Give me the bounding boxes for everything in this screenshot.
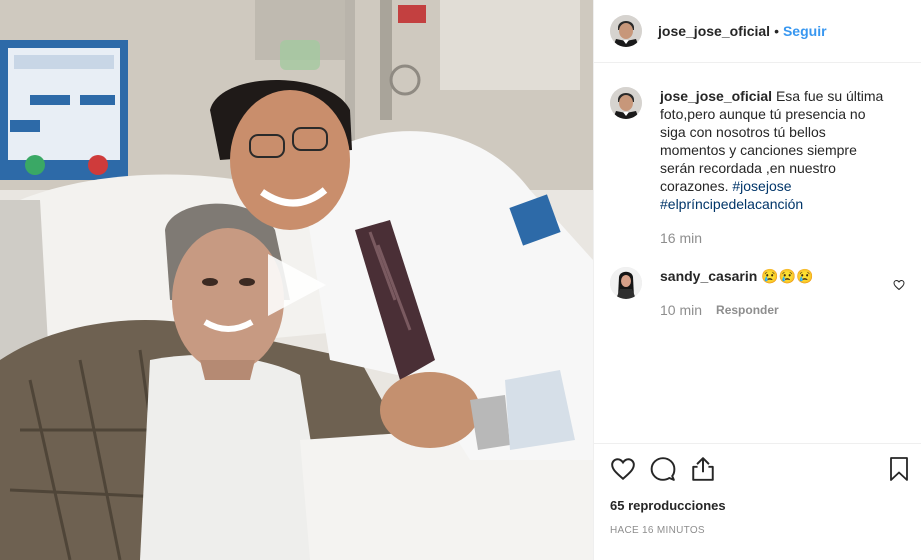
share-icon[interactable] bbox=[690, 456, 716, 482]
heart-icon[interactable] bbox=[610, 456, 636, 482]
comment-like-icon[interactable] bbox=[893, 279, 905, 291]
comment-icon[interactable] bbox=[650, 456, 676, 482]
post-author-username[interactable]: jose_jose_oficial bbox=[658, 23, 770, 39]
hashtag-link[interactable]: #josejose bbox=[732, 178, 791, 194]
post-video[interactable] bbox=[0, 0, 593, 560]
reply-button[interactable]: Responder bbox=[716, 301, 779, 319]
post-actions: 65 reproducciones HACE 16 MINUTOS bbox=[594, 443, 921, 560]
play-icon bbox=[268, 254, 326, 316]
profile-picture bbox=[610, 87, 642, 119]
profile-picture bbox=[610, 15, 642, 47]
caption-time[interactable]: 16 min bbox=[660, 229, 702, 247]
post-sidebar: jose_jose_oficial • Seguir jose_jose_ofi… bbox=[593, 0, 921, 560]
separator-dot: • bbox=[774, 23, 779, 39]
comment-meta: 10 min Responder bbox=[660, 301, 892, 319]
profile-picture bbox=[610, 267, 642, 299]
caption-username[interactable]: jose_jose_oficial bbox=[660, 88, 772, 104]
play-button[interactable] bbox=[262, 250, 332, 320]
avatar[interactable] bbox=[610, 87, 642, 119]
post-timestamp[interactable]: HACE 16 MINUTOS bbox=[610, 525, 905, 536]
hashtag-link[interactable]: #elpríncipedelacanción bbox=[660, 196, 803, 212]
comment-item: sandy_casarin 😢😢😢 10 min Responder bbox=[610, 267, 905, 319]
view-count[interactable]: 65 reproducciones bbox=[610, 498, 905, 513]
comment-text: 😢😢😢 bbox=[761, 268, 814, 284]
instagram-post: jose_jose_oficial • Seguir jose_jose_ofi… bbox=[0, 0, 921, 560]
action-icons bbox=[610, 456, 908, 482]
comments-list: jose_jose_oficial Esa fue su última foto… bbox=[594, 63, 921, 443]
caption-body: jose_jose_oficial Esa fue su última foto… bbox=[660, 87, 892, 247]
comment-username[interactable]: sandy_casarin bbox=[660, 268, 757, 284]
post-header: jose_jose_oficial • Seguir bbox=[594, 0, 921, 63]
comment-body: sandy_casarin 😢😢😢 10 min Responder bbox=[660, 267, 892, 319]
avatar[interactable] bbox=[610, 15, 642, 47]
avatar[interactable] bbox=[610, 267, 642, 299]
caption-meta: 16 min bbox=[660, 229, 892, 247]
bookmark-icon[interactable] bbox=[887, 456, 911, 482]
caption: jose_jose_oficial Esa fue su última foto… bbox=[610, 87, 905, 247]
follow-button[interactable]: Seguir bbox=[783, 23, 827, 39]
comment-time[interactable]: 10 min bbox=[660, 301, 702, 319]
